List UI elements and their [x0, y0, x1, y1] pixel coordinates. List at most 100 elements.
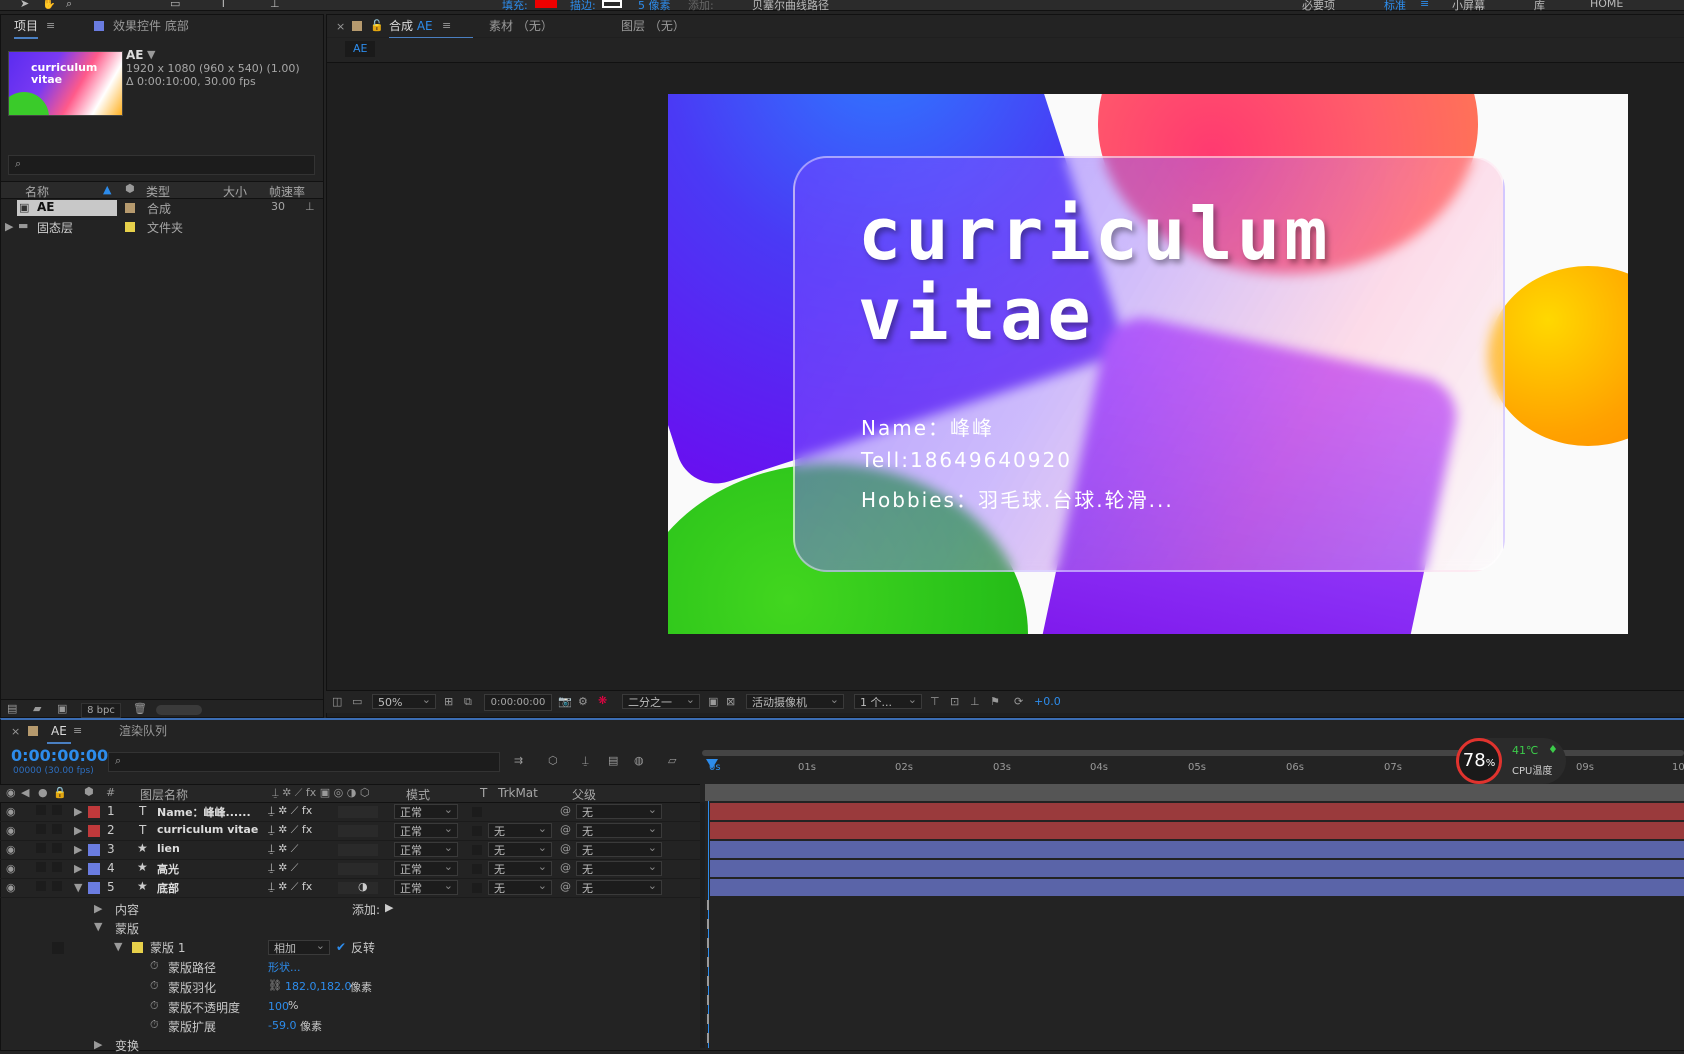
mask-visibility-icon[interactable]: ⊠ — [726, 695, 735, 708]
expand-arrow-icon[interactable]: ▶ — [74, 843, 82, 856]
layer-switches[interactable]: ⍊ ✲ ⟋ fx — [268, 880, 312, 894]
timeline-icon[interactable]: ⊥ — [970, 695, 980, 708]
project-search-input[interactable]: ⌕ — [8, 155, 315, 175]
eye-icon[interactable]: ◉ — [6, 862, 16, 875]
flowchart-icon[interactable]: ⚑ — [990, 695, 1000, 708]
video-toggle-icon[interactable]: ◉ — [6, 786, 16, 799]
panel-menu-icon[interactable]: ≡ — [73, 724, 82, 737]
tab-footage[interactable]: 素材 （无） — [489, 15, 553, 37]
layer-switches[interactable]: ⍊ ✲ ⟋ fx — [268, 823, 312, 837]
pixel-aspect-icon[interactable]: ⊤ — [930, 695, 940, 708]
col-name[interactable]: 名称 — [25, 183, 49, 200]
layer-trkmat-dropdown[interactable]: 无 — [488, 821, 552, 838]
layer-mode-dropdown[interactable]: 正常 — [394, 821, 458, 838]
monitor-icon[interactable]: ▭ — [352, 695, 362, 708]
switch-boxes[interactable] — [338, 844, 378, 856]
layer-mode-dropdown[interactable]: 正常 — [394, 802, 458, 819]
transform-group[interactable]: 变换 — [115, 1037, 139, 1054]
selection-tool-icon[interactable]: ➤ — [20, 0, 29, 10]
new-comp-icon[interactable]: ▣ — [57, 702, 67, 715]
layer-name[interactable]: Name：峰峰...... — [157, 804, 251, 820]
workspace-menu-icon[interactable]: ≡ — [1420, 0, 1429, 10]
eye-icon[interactable]: ◉ — [6, 824, 16, 837]
layer-row[interactable]: ◉ ▶ 1 T Name：峰峰...... ⍊ ✲ ⟋ fx 正常 @ 无 — [0, 802, 700, 822]
pickwhip-icon[interactable]: @ — [560, 880, 571, 893]
col-type[interactable]: 类型 — [146, 183, 170, 200]
col-layer-name[interactable]: 图层名称 — [140, 786, 188, 803]
solo-box[interactable] — [36, 824, 46, 834]
workspace-library[interactable]: 库 — [1534, 0, 1545, 13]
fast-preview-icon[interactable]: ⊡ — [950, 695, 959, 708]
bezier-path-checkbox[interactable]: 贝塞尔曲线路径 — [752, 0, 829, 13]
layer-parent-dropdown[interactable]: 无 — [576, 840, 662, 857]
adjustment-layer-icon[interactable]: ◑ — [358, 880, 368, 893]
comp-navigator-tab[interactable]: AE — [345, 41, 376, 57]
lock-box[interactable] — [52, 843, 62, 853]
views-dropdown[interactable]: 1 个... — [854, 692, 922, 709]
layer-parent-dropdown[interactable]: 无 — [576, 821, 662, 838]
lock-box[interactable] — [52, 805, 62, 815]
lock-box[interactable] — [52, 881, 62, 891]
workspace-standard[interactable]: 标准 — [1384, 0, 1406, 13]
lock-icon[interactable]: 🔓 — [370, 19, 384, 32]
eye-icon[interactable]: ◉ — [6, 881, 16, 894]
mask-feather-value[interactable]: 182.0,182.0 — [285, 980, 351, 993]
label-swatch[interactable] — [125, 203, 135, 213]
close-tab-icon[interactable]: × — [11, 725, 20, 738]
layer-name[interactable]: 高光 — [157, 861, 179, 877]
tab-composition[interactable]: 合成 AE — [389, 15, 473, 39]
panel-menu-icon[interactable]: ≡ — [442, 19, 451, 32]
col-trkmat[interactable]: TrkMat — [498, 786, 538, 800]
layer-duration-bar[interactable] — [710, 860, 1684, 877]
layer-trkmat-dropdown[interactable]: 无 — [488, 878, 552, 895]
composition-canvas[interactable]: curriculum vitae Name：峰峰 Tell:1864964092… — [668, 94, 1628, 634]
thumbnail-slider[interactable] — [156, 705, 202, 715]
timeline-search-input[interactable]: ⌕ — [108, 752, 500, 772]
timeline-divider[interactable] — [700, 802, 705, 1048]
pickwhip-icon[interactable]: @ — [560, 842, 571, 855]
layer-mode-dropdown[interactable]: 正常 — [394, 859, 458, 876]
fill-color-swatch[interactable] — [535, 0, 557, 8]
pickwhip-icon[interactable]: @ — [560, 861, 571, 874]
audio-toggle-icon[interactable]: ◀ — [21, 786, 29, 799]
stroke-color-swatch[interactable] — [602, 0, 622, 8]
frame-blending-icon[interactable]: ▤ — [608, 754, 618, 767]
always-preview-icon[interactable]: ◫ — [332, 695, 342, 708]
layer-switches[interactable]: ⍊ ✲ ⟋ fx — [268, 804, 312, 818]
sort-ascending-icon[interactable]: ▲ — [103, 183, 111, 196]
constrain-proportions-icon[interactable]: ⛓ — [268, 979, 282, 992]
invert-checkbox-icon[interactable]: ✔ — [336, 940, 346, 954]
tab-layer[interactable]: 图层 （无） — [621, 15, 685, 37]
draft-3d-icon[interactable]: ⬡ — [548, 754, 558, 767]
layer-parent-dropdown[interactable]: 无 — [576, 859, 662, 876]
fit-frame-icon[interactable]: ⊞ — [444, 695, 453, 708]
layer-label-swatch[interactable] — [88, 806, 100, 818]
contents-group[interactable]: 内容 — [115, 901, 139, 918]
layer-switches[interactable]: ⍊ ✲ ⟋ — [268, 842, 298, 856]
col-mode[interactable]: 模式 — [406, 786, 430, 803]
eye-icon[interactable]: ◉ — [6, 843, 16, 856]
layer-duration-bar[interactable] — [710, 803, 1684, 820]
graph-editor-icon[interactable]: ▱ — [668, 754, 676, 767]
layer-row[interactable]: ◉ ▶ 2 T curriculum vitae ⍊ ✲ ⟋ fx 正常 无 @… — [0, 821, 700, 841]
reset-exposure-icon[interactable]: ⟳ — [1014, 695, 1023, 708]
lock-box[interactable] — [52, 824, 62, 834]
layer-mode-dropdown[interactable]: 正常 — [394, 878, 458, 895]
playhead-handle[interactable] — [706, 759, 718, 769]
channels-icon[interactable]: ❋ — [598, 694, 607, 707]
layer-label-swatch[interactable] — [88, 863, 100, 875]
expand-arrow-icon[interactable]: ▶ — [5, 220, 13, 233]
masks-group[interactable]: 蒙版 — [115, 920, 139, 937]
expand-arrow-icon[interactable]: ▶ — [94, 1038, 102, 1051]
expand-arrow-icon[interactable]: ▶ — [74, 862, 82, 875]
layer-name[interactable]: 底部 — [157, 880, 179, 896]
col-parent[interactable]: 父级 — [572, 786, 596, 803]
tab-effect-controls[interactable]: 效果控件 底部 — [113, 15, 189, 37]
pickwhip-icon[interactable]: @ — [560, 804, 571, 817]
expand-arrow-icon[interactable]: ▶ — [74, 805, 82, 818]
zoom-dropdown[interactable]: 50% — [372, 692, 436, 709]
mask-lock-box[interactable] — [52, 942, 64, 954]
stroke-width[interactable]: 5 像素 — [638, 0, 671, 13]
layer-row[interactable]: ◉ ▼ 5 ★ 底部 ⍊ ✲ ⟋ fx ◑ 正常 无 @ 无 — [0, 878, 700, 898]
preserve-transparency-box[interactable] — [472, 845, 482, 855]
